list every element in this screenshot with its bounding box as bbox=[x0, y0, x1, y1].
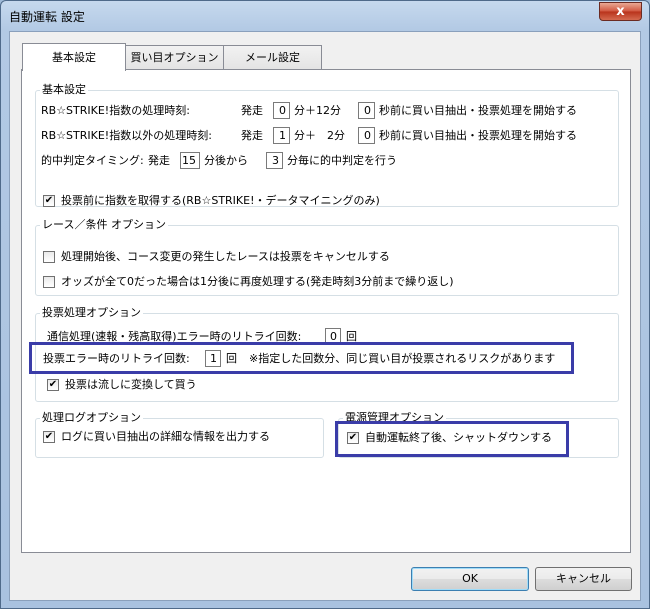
convert-flow-checkbox[interactable]: ✔ bbox=[47, 379, 59, 391]
rb-strike-minutes-suffix: 分＋12分 bbox=[294, 104, 341, 117]
ok-button[interactable]: OK bbox=[411, 567, 529, 591]
dialog-body: 基本設定 買い目オプション メール設定 基本設定 RB☆STRIKE!指数の処理… bbox=[9, 31, 641, 601]
vote-options-legend: 投票処理オプション bbox=[42, 306, 141, 319]
window-title: 自動運転 設定 bbox=[9, 10, 85, 24]
cancel-course-change-label: 処理開始後、コース変更の発生したレースは投票をキャンセルする bbox=[61, 250, 390, 263]
cancel-button[interactable]: キャンセル bbox=[535, 567, 632, 591]
basic-settings-legend: 基本設定 bbox=[42, 83, 86, 96]
rb-strike-seconds-input[interactable]: 0 bbox=[358, 102, 375, 119]
title-bar[interactable]: 自動運転 設定 x bbox=[1, 1, 649, 31]
tab-bet-options[interactable]: 買い目オプション bbox=[125, 45, 224, 70]
cancel-course-change-checkbox[interactable] bbox=[43, 251, 55, 263]
other-index-start-prefix: 発走 bbox=[241, 129, 263, 142]
fetch-index-label: 投票前に指数を取得する(RB☆STRIKE!・データマイニングのみ) bbox=[61, 194, 380, 207]
vote-retry-label: 投票エラー時のリトライ回数: bbox=[43, 352, 190, 365]
race-options-legend: レース／条件 オプション bbox=[42, 218, 166, 231]
tab-mail-settings[interactable]: メール設定 bbox=[223, 45, 322, 70]
hit-judge-start-suffix: 分後から bbox=[204, 154, 248, 167]
other-index-seconds-suffix: 秒前に買い目抽出・投票処理を開始する bbox=[379, 129, 577, 142]
convert-flow-label: 投票は流しに変換して買う bbox=[65, 378, 197, 391]
tab-panel-basic: 基本設定 RB☆STRIKE!指数の処理時刻: 発走 0 分＋12分 0 秒前に… bbox=[21, 69, 631, 553]
settings-dialog: 自動運転 設定 x 基本設定 買い目オプション メール設定 基本設定 RB☆ST… bbox=[0, 0, 650, 609]
detailed-log-checkbox[interactable]: ✔ bbox=[43, 431, 55, 443]
retry-zero-odds-checkbox[interactable] bbox=[43, 276, 55, 288]
tab-basic-settings[interactable]: 基本設定 bbox=[22, 43, 126, 71]
hit-judge-interval-input[interactable]: 3 bbox=[266, 152, 283, 169]
other-index-minutes-input[interactable]: 1 bbox=[273, 127, 290, 144]
other-index-time-label: RB☆STRIKE!指数以外の処理時刻: bbox=[41, 129, 212, 142]
hit-judge-start-prefix: 発走 bbox=[148, 154, 170, 167]
close-button[interactable]: x bbox=[599, 2, 642, 21]
rb-strike-time-label: RB☆STRIKE!指数の処理時刻: bbox=[41, 104, 190, 117]
other-index-minutes-suffix: 分＋ 2分 bbox=[294, 129, 345, 142]
detailed-log-label: ログに買い目抽出の詳細な情報を出力する bbox=[61, 430, 270, 443]
hit-judge-start-input[interactable]: 15 bbox=[180, 152, 200, 169]
retry-zero-odds-label: オッズが全て0だった場合は1分後に再度処理する(発走時刻3分前まで繰り返し) bbox=[61, 275, 454, 288]
vote-retry-input[interactable]: 1 bbox=[205, 350, 221, 367]
rb-strike-minutes-input[interactable]: 0 bbox=[273, 102, 290, 119]
vote-retry-unit: 回 bbox=[226, 352, 237, 365]
vote-retry-warning: ※指定した回数分、同じ買い目が投票されるリスクがあります bbox=[249, 352, 556, 365]
log-options-legend: 処理ログオプション bbox=[42, 411, 141, 424]
shutdown-label: 自動運転終了後、シャットダウンする bbox=[365, 431, 552, 444]
rb-strike-start-prefix: 発走 bbox=[241, 104, 263, 117]
hit-judge-timing-label: 的中判定タイミング: bbox=[41, 154, 144, 167]
rb-strike-seconds-suffix: 秒前に買い目抽出・投票処理を開始する bbox=[379, 104, 577, 117]
shutdown-checkbox[interactable]: ✔ bbox=[347, 432, 359, 444]
other-index-seconds-input[interactable]: 0 bbox=[358, 127, 375, 144]
fetch-index-checkbox[interactable]: ✔ bbox=[43, 195, 55, 207]
hit-judge-interval-suffix: 分毎に的中判定を行う bbox=[287, 154, 397, 167]
